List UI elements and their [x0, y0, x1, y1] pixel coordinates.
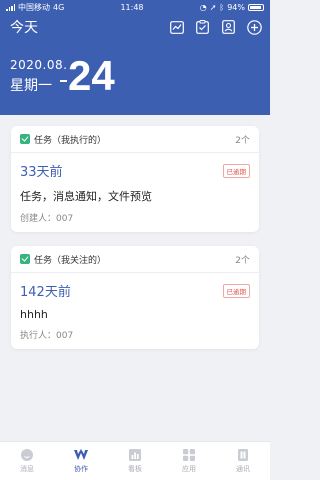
contact-card-icon[interactable]	[221, 20, 236, 35]
date-year-month: 2020.08.	[10, 58, 68, 72]
header: 中国移动 4G 11:48 ◔ ➚ ᛒ 94% 今天 2020.08. 星期一 …	[0, 0, 270, 115]
clipboard-icon[interactable]	[195, 20, 210, 35]
tab-messages[interactable]: 消息	[7, 448, 47, 474]
tab-contacts[interactable]: 通讯	[223, 448, 263, 474]
board-icon	[129, 449, 141, 461]
battery-icon	[247, 3, 264, 11]
collaboration-icon	[74, 449, 88, 460]
network-type: 4G	[53, 2, 65, 12]
task-icon	[20, 134, 30, 144]
carrier: 中国移动	[18, 2, 50, 12]
tab-label: 消息	[20, 465, 34, 473]
overdue-badge: 已逾期	[222, 164, 250, 178]
date-day: 24	[68, 52, 115, 99]
card-header: 任务（我执行的） 2个	[11, 126, 259, 153]
tab-label: 协作	[74, 465, 88, 473]
date-block: 2020.08. 星期一	[10, 58, 67, 95]
task-assignee: 执行人：007	[20, 331, 74, 341]
tab-label: 应用	[182, 465, 196, 473]
tab-label: 看板	[128, 465, 142, 473]
task-card-following[interactable]: 任务（我关注的） 2个 142天前 已逾期 hhhh 执行人：007	[11, 246, 259, 349]
page-title: 今天	[10, 20, 38, 36]
task-item[interactable]: 142天前 已逾期 hhhh 执行人：007	[11, 273, 259, 349]
due-ago: 33天前	[20, 165, 63, 180]
task-title: hhhh	[20, 308, 48, 321]
tab-label: 通讯	[236, 465, 250, 473]
tab-board[interactable]: 看板	[115, 448, 155, 474]
task-icon	[20, 254, 30, 264]
task-title: 任务，消息通知，文件预览	[20, 190, 152, 203]
clock: 11:48	[120, 2, 144, 12]
alarm-icon: ◔	[199, 2, 207, 12]
task-card-executing[interactable]: 任务（我执行的） 2个 33天前 已逾期 任务，消息通知，文件预览 创建人：00…	[11, 126, 259, 232]
task-creator: 创建人：007	[20, 214, 74, 224]
signal-icon	[6, 3, 15, 11]
section-title: 任务（我关注的）	[34, 255, 107, 266]
date-separator	[60, 80, 67, 82]
message-icon	[21, 449, 33, 461]
contacts-icon	[238, 449, 248, 461]
add-icon[interactable]	[247, 19, 262, 35]
task-count: 2个	[235, 255, 250, 266]
tab-apps[interactable]: 应用	[169, 448, 209, 474]
overdue-badge: 已逾期	[222, 284, 250, 298]
task-item[interactable]: 33天前 已逾期 任务，消息通知，文件预览 创建人：007	[11, 153, 259, 232]
date-weekday: 星期一	[10, 78, 52, 94]
tab-collaboration[interactable]: 协作	[61, 448, 101, 474]
location-icon: ➚	[209, 2, 217, 12]
due-ago: 142天前	[20, 285, 71, 300]
status-bar: 中国移动 4G 11:48 ◔ ➚ ᛒ 94%	[0, 0, 270, 14]
chart-icon[interactable]	[169, 20, 184, 35]
bottom-tab-bar: 消息 协作 看板 应用 通讯	[0, 441, 270, 480]
bluetooth-icon: ᛒ	[219, 2, 225, 12]
task-count: 2个	[235, 135, 250, 146]
section-title: 任务（我执行的）	[34, 135, 107, 146]
card-header: 任务（我关注的） 2个	[11, 246, 259, 273]
battery-percent: 94%	[227, 2, 245, 12]
apps-icon	[183, 449, 195, 461]
